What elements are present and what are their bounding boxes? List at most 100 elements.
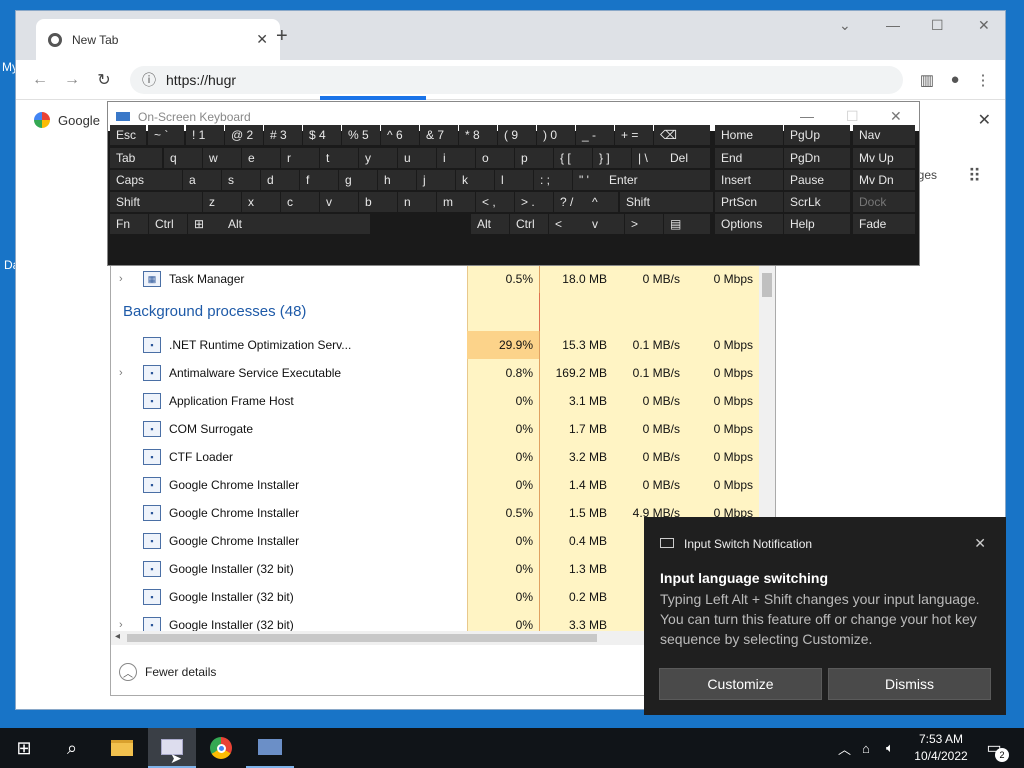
osk-key[interactable]: f <box>300 170 338 190</box>
osk-key[interactable]: Mv Up <box>853 148 915 168</box>
osk-maximize-icon[interactable]: ☐ <box>846 108 859 125</box>
osk-key[interactable]: ⌫ <box>654 125 710 145</box>
osk-key[interactable]: ~ ` <box>148 125 184 145</box>
osk-key[interactable]: } ] <box>593 148 631 168</box>
osk-key[interactable]: # 3 <box>264 125 302 145</box>
osk-key[interactable]: Shift <box>110 192 202 212</box>
osk-key[interactable]: q <box>164 148 202 168</box>
osk-key[interactable]: z <box>203 192 241 212</box>
osk-key[interactable]: ▤ <box>664 214 710 234</box>
osk-key[interactable]: $ 4 <box>303 125 341 145</box>
osk-key[interactable]: v <box>586 214 624 234</box>
osk-taskbar-icon[interactable] <box>246 728 294 768</box>
chrome-taskbar-icon[interactable] <box>197 728 245 768</box>
table-row[interactable]: › ▦ Task Manager 0.5% 18.0 MB 0 MB/s 0 M… <box>111 265 761 293</box>
network-icon[interactable]: ⌂ <box>862 728 870 768</box>
osk-key[interactable]: b <box>359 192 397 212</box>
expand-chevron-icon[interactable]: › <box>119 273 131 285</box>
osk-key[interactable]: Pause <box>784 170 850 190</box>
osk-key[interactable]: Fade <box>853 214 915 234</box>
osk-key[interactable]: Del <box>664 148 710 168</box>
osk-key[interactable]: a <box>183 170 221 190</box>
osk-key[interactable]: Caps <box>110 170 182 190</box>
osk-key[interactable]: < , <box>476 192 514 212</box>
osk-minimize-icon[interactable]: — <box>800 108 814 124</box>
customize-button[interactable]: Customize <box>659 668 822 700</box>
osk-key[interactable]: > . <box>515 192 553 212</box>
osk-key[interactable]: l <box>495 170 533 190</box>
fewer-details-button[interactable]: ︿ Fewer details <box>119 663 216 681</box>
new-tab-plus-icon[interactable]: + <box>276 25 288 48</box>
osk-key[interactable]: p <box>515 148 553 168</box>
osk-key[interactable]: Insert <box>715 170 783 190</box>
osk-key[interactable]: Help <box>784 214 850 234</box>
tab-new-tab[interactable]: New Tab ✕ <box>36 19 280 60</box>
osk-key[interactable]: + = <box>615 125 653 145</box>
expand-chevron-icon[interactable]: › <box>119 367 131 379</box>
scroll-left-arrow-icon[interactable]: ◂ <box>115 631 120 642</box>
osk-key[interactable]: & 7 <box>420 125 458 145</box>
osk-key[interactable]: Ctrl <box>149 214 187 234</box>
osk-key[interactable]: % 5 <box>342 125 380 145</box>
minimize-icon[interactable]: — <box>886 17 900 33</box>
osk-key[interactable]: g <box>339 170 377 190</box>
osk-key[interactable]: ^ <box>586 192 618 212</box>
osk-key[interactable]: s <box>222 170 260 190</box>
osk-key[interactable]: x <box>242 192 280 212</box>
osk-key[interactable]: ⊞ <box>188 214 226 234</box>
table-row[interactable]: › ▪ Antimalware Service Executable 0.8% 169.… <box>111 359 761 387</box>
osk-key[interactable]: Nav <box>853 125 915 145</box>
osk-key[interactable]: i <box>437 148 475 168</box>
osk-key[interactable]: v <box>320 192 358 212</box>
osk-key[interactable]: y <box>359 148 397 168</box>
info-bar-close-icon[interactable]: ✕ <box>978 110 991 130</box>
close-window-icon[interactable]: ✕ <box>978 17 990 34</box>
menu-kebab-icon[interactable]: ⋮ <box>969 71 997 89</box>
osk-key[interactable]: _ - <box>576 125 614 145</box>
profile-avatar-icon[interactable]: ● <box>941 71 969 88</box>
search-icon[interactable]: ⌕ <box>48 728 96 768</box>
table-row[interactable]: ▪ COM Surrogate 0% 1.7 MB 0 MB/s 0 Mbps <box>111 415 761 443</box>
osk-key[interactable]: ( 9 <box>498 125 536 145</box>
osk-key[interactable]: c <box>281 192 319 212</box>
osk-key[interactable]: PgDn <box>784 148 850 168</box>
osk-key[interactable]: e <box>242 148 280 168</box>
scroll-thumb[interactable] <box>762 273 772 297</box>
osk-key[interactable]: PrtScn <box>715 192 783 212</box>
table-row[interactable]: ▪ CTF Loader 0% 3.2 MB 0 MB/s 0 Mbps <box>111 443 761 471</box>
osk-key[interactable]: Shift <box>620 192 713 212</box>
file-explorer-icon[interactable] <box>98 728 146 768</box>
tab-search-chevron-icon[interactable]: ⌄ <box>839 17 851 34</box>
tab-close-icon[interactable]: ✕ <box>256 31 268 48</box>
back-arrow-icon[interactable]: ← <box>24 71 56 89</box>
osk-key[interactable]: r <box>281 148 319 168</box>
table-row[interactable]: ▪ .NET Runtime Optimization Serv... 29.9% 1… <box>111 331 761 359</box>
osk-key[interactable]: j <box>417 170 455 190</box>
osk-key[interactable]: n <box>398 192 436 212</box>
h-scroll-thumb[interactable] <box>127 634 597 642</box>
osk-close-icon[interactable]: ✕ <box>890 108 902 125</box>
osk-key[interactable]: Mv Dn <box>853 170 915 190</box>
osk-key[interactable]: @ 2 <box>225 125 263 145</box>
google-apps-icon[interactable]: ⠿ <box>968 166 981 187</box>
osk-key[interactable]: Fn <box>110 214 148 234</box>
osk-key[interactable]: < <box>549 214 587 234</box>
osk-key[interactable]: w <box>203 148 241 168</box>
osk-key[interactable]: Alt <box>471 214 509 234</box>
osk-key[interactable]: k <box>456 170 494 190</box>
reload-icon[interactable]: ↻ <box>88 70 120 90</box>
volume-icon[interactable]: 🔈︎ <box>886 728 894 768</box>
site-info-icon[interactable]: ⓘ <box>142 70 156 90</box>
osk-key[interactable]: Enter <box>603 170 710 190</box>
side-panel-icon[interactable]: ▥ <box>913 71 941 89</box>
osk-key[interactable]: > <box>625 214 663 234</box>
osk-key[interactable]: d <box>261 170 299 190</box>
osk-key[interactable]: Options <box>715 214 783 234</box>
notification-close-icon[interactable]: ✕ <box>974 535 986 552</box>
osk-key[interactable]: ) 0 <box>537 125 575 145</box>
osk-key[interactable]: Home <box>715 125 783 145</box>
osk-key[interactable]: o <box>476 148 514 168</box>
osk-key[interactable]: u <box>398 148 436 168</box>
images-link-partial[interactable]: ges <box>918 168 937 182</box>
osk-key[interactable]: Ctrl <box>510 214 548 234</box>
